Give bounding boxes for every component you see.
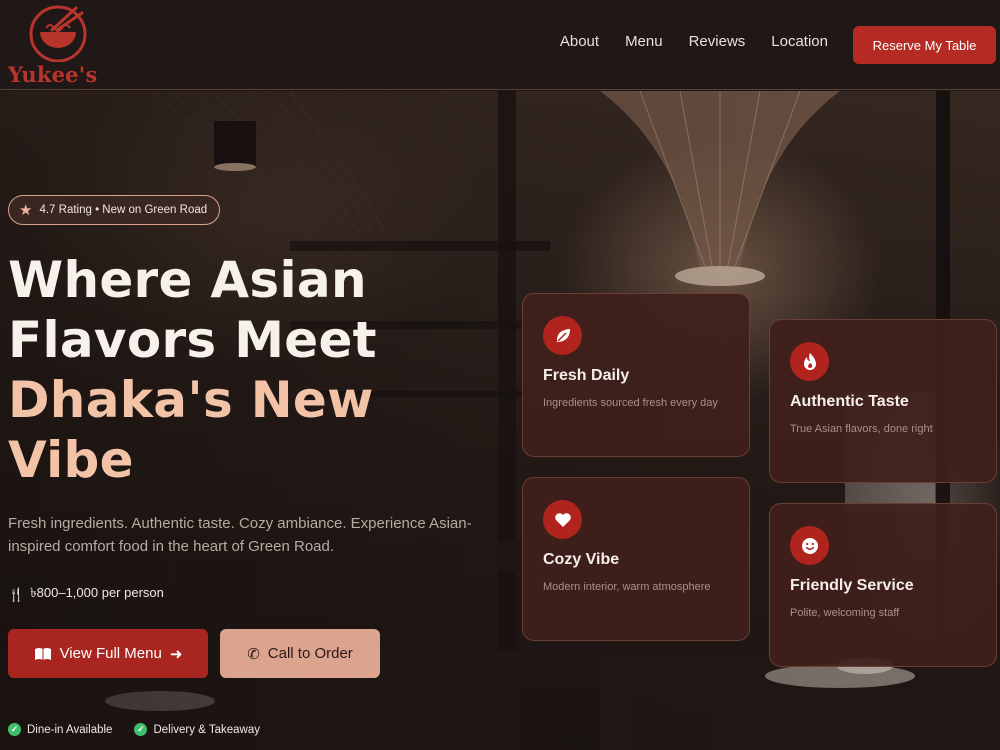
- card-fresh-daily: Fresh Daily Ingredients sourced fresh ev…: [522, 293, 750, 457]
- rating-badge-text: 4.7 Rating • New on Green Road: [39, 204, 208, 216]
- nav-link-location[interactable]: Location: [771, 33, 828, 50]
- card-title: Fresh Daily: [543, 367, 630, 384]
- call-to-order-button[interactable]: ✆ Call to Order: [220, 629, 380, 678]
- check-circle-icon: ✓: [8, 723, 21, 736]
- reserve-table-button[interactable]: Reserve My Table: [853, 26, 996, 64]
- view-full-menu-label: View Full Menu: [59, 645, 162, 662]
- fire-icon: [790, 342, 829, 381]
- view-full-menu-button[interactable]: View Full Menu ➜: [8, 629, 208, 678]
- headline-line-2: Flavors Meet: [8, 311, 377, 369]
- feature-delivery-label: Delivery & Takeaway: [153, 723, 260, 736]
- nav-links: About Menu Reviews Location: [560, 33, 828, 50]
- leaf-icon: [543, 316, 582, 355]
- navbar: Yukee's About Menu Reviews Location Rese…: [0, 0, 1000, 90]
- nav-link-menu[interactable]: Menu: [625, 33, 663, 50]
- utensils-icon: 🍴: [8, 586, 25, 602]
- card-friendly-service: Friendly Service Polite, welcoming staff: [769, 503, 997, 667]
- feature-dine-in: ✓ Dine-in Available: [8, 723, 112, 736]
- noodle-bowl-icon: [29, 5, 87, 62]
- card-description: Modern interior, warm atmosphere: [543, 581, 711, 593]
- star-icon: ★: [19, 201, 33, 219]
- nav-link-reviews[interactable]: Reviews: [689, 33, 746, 50]
- card-description: Polite, welcoming staff: [790, 607, 900, 619]
- arrow-right-icon: ➜: [169, 645, 183, 663]
- card-cozy-vibe: Cozy Vibe Modern interior, warm atmosphe…: [522, 477, 750, 641]
- brand-logo[interactable]: Yukee's: [8, 4, 108, 88]
- card-title: Cozy Vibe: [543, 551, 620, 568]
- card-title: Authentic Taste: [790, 393, 909, 410]
- card-description: True Asian flavors, done right: [790, 423, 933, 435]
- feature-dine-in-label: Dine-in Available: [27, 723, 113, 736]
- heart-icon: [543, 500, 582, 539]
- feature-delivery: ✓ Delivery & Takeaway: [134, 723, 260, 736]
- smile-icon: [790, 526, 829, 565]
- check-circle-icon: ✓: [134, 723, 148, 736]
- card-authentic-taste: Authentic Taste True Asian flavors, done…: [769, 319, 997, 483]
- headline-accent-2: Vibe: [8, 431, 134, 489]
- headline-accent-1: Dhaka's New: [8, 371, 374, 429]
- service-features: ✓ Dine-in Available ✓ Delivery & Takeawa…: [8, 723, 260, 736]
- call-to-order-label: Call to Order: [267, 645, 353, 662]
- brand-name: Yukee's: [8, 62, 98, 87]
- phone-icon: ✆: [247, 645, 260, 663]
- nav-link-about[interactable]: About: [560, 33, 599, 50]
- headline-line-1: Where Asian: [8, 251, 367, 309]
- hero-subtext: Fresh ingredients. Authentic taste. Cozy…: [8, 515, 472, 555]
- price-text: ৳800–1,000 per person: [30, 585, 164, 600]
- card-description: Ingredients sourced fresh every day: [543, 397, 718, 409]
- card-title: Friendly Service: [790, 577, 914, 594]
- rating-badge: ★ 4.7 Rating • New on Green Road: [8, 195, 221, 225]
- hero-headline: Where Asian Flavors Meet Dhaka's New Vib…: [8, 250, 448, 490]
- book-open-icon: [34, 647, 51, 660]
- price-info: 🍴 ৳800–1,000 per person: [8, 584, 164, 605]
